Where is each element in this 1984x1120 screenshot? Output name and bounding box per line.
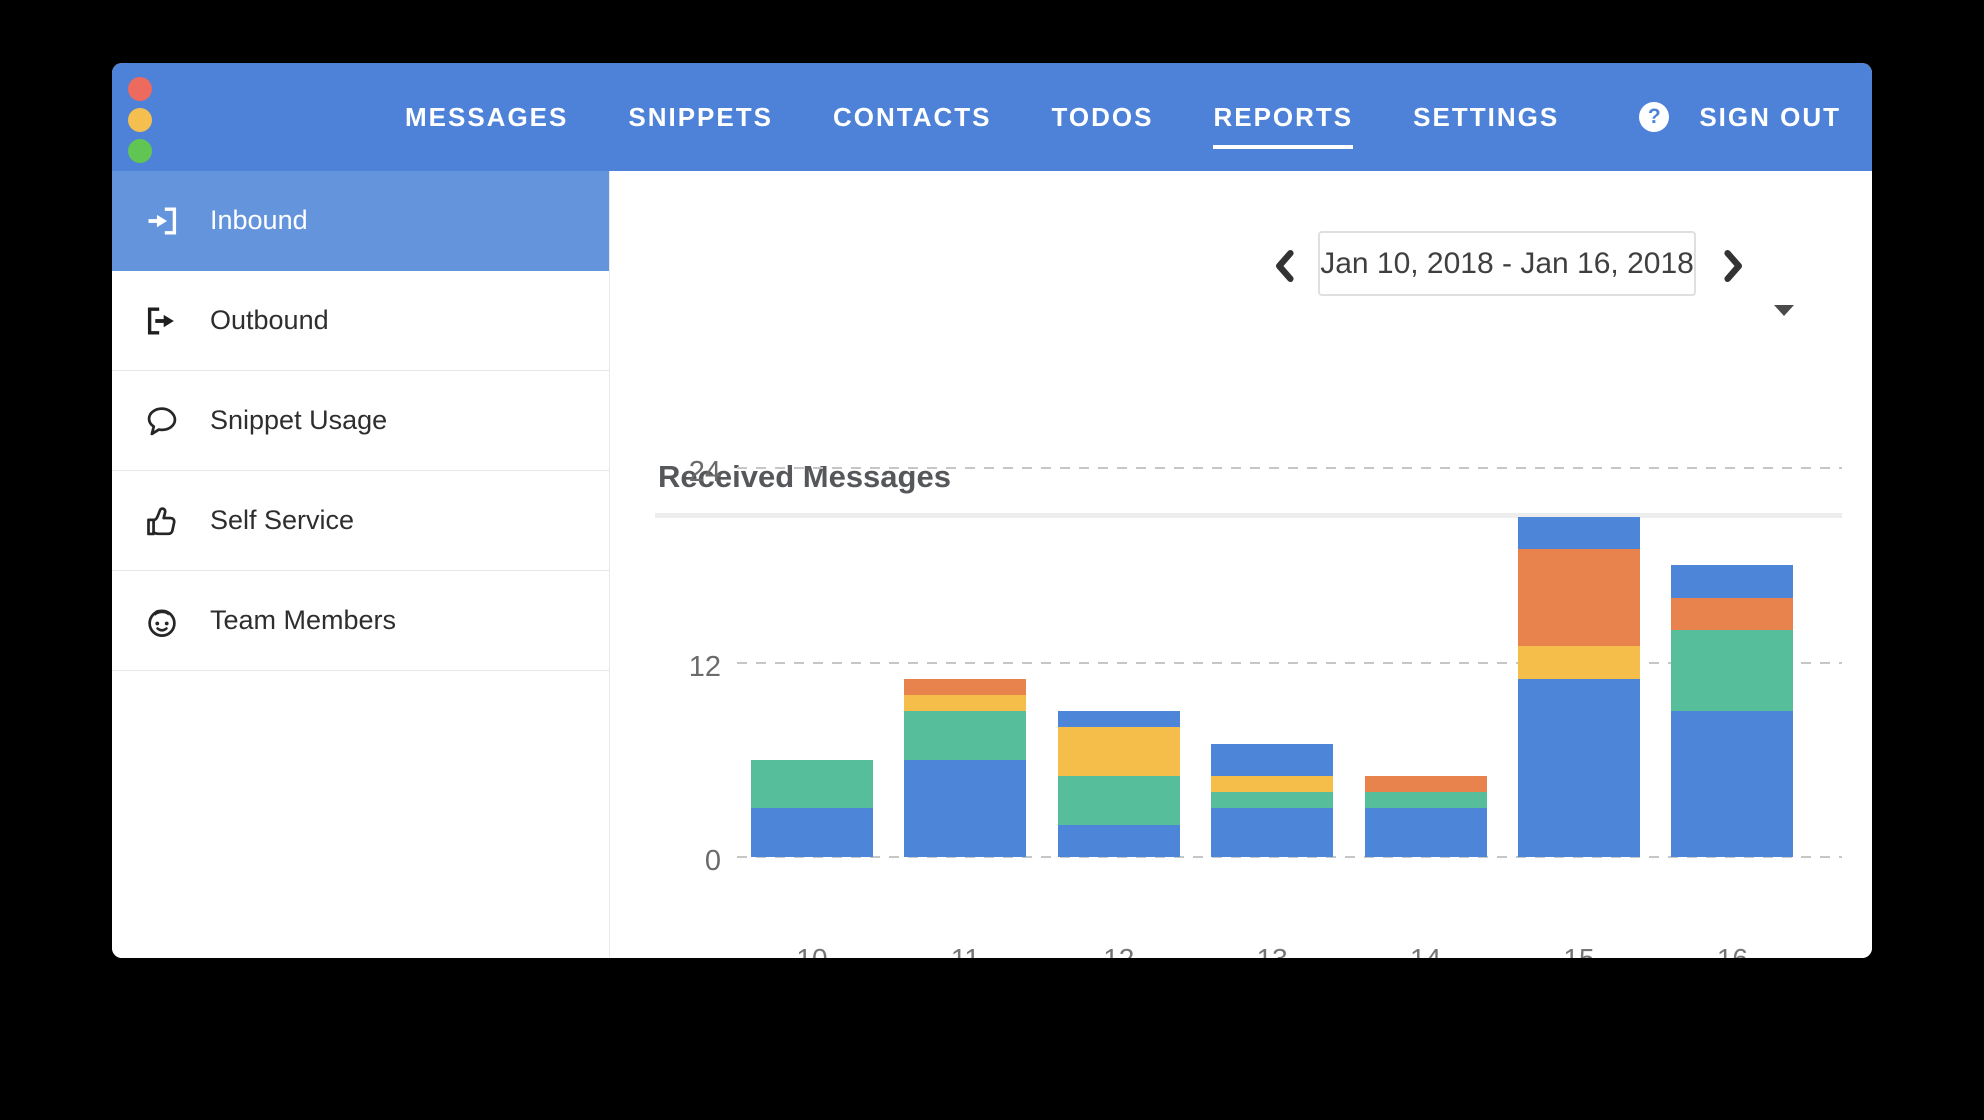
bar-segment-green: [1058, 776, 1180, 825]
bar-segment-green: [1671, 630, 1793, 711]
bar-segment-yellow: [1518, 646, 1640, 678]
thumbs-up-icon: [144, 503, 180, 539]
inbound-icon: [144, 203, 180, 239]
main-content: Jan 10, 2018 - Jan 16, 2018 Received Mes…: [611, 171, 1872, 958]
x-axis-label: 14: [1365, 943, 1487, 958]
sidebar-item-team-members[interactable]: Team Members: [112, 571, 609, 671]
bar-segment-blue: [1058, 825, 1180, 857]
x-axis-label: 10: [751, 943, 873, 958]
minimize-window-button[interactable]: [128, 108, 152, 132]
bar-segment-blue: [751, 808, 873, 857]
bar-segment-yellow: [904, 695, 1026, 711]
nav-item-contacts[interactable]: CONTACTS: [833, 86, 992, 149]
bar-segment-blue: [1518, 679, 1640, 857]
nav-item-reports[interactable]: REPORTS: [1213, 86, 1353, 149]
bar-segment-blue: [1671, 711, 1793, 857]
bar-day-15: [1518, 517, 1640, 857]
nav-item-settings[interactable]: SETTINGS: [1413, 86, 1559, 149]
bar-day-10: [751, 760, 873, 857]
sign-out-button[interactable]: SIGN OUT: [1699, 102, 1841, 133]
y-axis-label: 12: [661, 651, 721, 684]
zoom-window-button[interactable]: [128, 139, 152, 163]
bar-segment-blue: [1365, 808, 1487, 857]
bar-segment-yellow: [1058, 727, 1180, 776]
bar-segment-green: [751, 760, 873, 809]
bar-segment-blue: [1671, 565, 1793, 597]
sidebar-item-inbound[interactable]: Inbound: [112, 171, 609, 271]
nav-item-messages[interactable]: MESSAGES: [405, 86, 568, 149]
date-range-dropdown-icon[interactable]: [1774, 305, 1794, 316]
sidebar-item-outbound[interactable]: Outbound: [112, 271, 609, 371]
bar-day-14: [1365, 776, 1487, 857]
bar-segment-blue: [904, 760, 1026, 857]
bar-day-12: [1058, 711, 1180, 857]
sidebar-item-label: Self Service: [210, 505, 354, 536]
bar-segment-orange: [1365, 776, 1487, 792]
chart-plot: 0122410111213141516: [737, 468, 1842, 857]
bar-segment-yellow: [1211, 776, 1333, 792]
sidebar-item-label: Outbound: [210, 305, 329, 336]
close-window-button[interactable]: [128, 77, 152, 101]
y-axis-label: 0: [661, 845, 721, 878]
outbound-icon: [144, 303, 180, 339]
x-axis-label: 13: [1211, 943, 1333, 958]
bar-segment-blue: [1211, 808, 1333, 857]
app-window: MESSAGES SNIPPETS CONTACTS TODOS REPORTS…: [112, 63, 1872, 958]
window-controls: [128, 77, 152, 163]
sidebar-item-self-service[interactable]: Self Service: [112, 471, 609, 571]
nav-right-group: ? SIGN OUT: [1639, 63, 1841, 171]
gridline-y-24: [737, 467, 1842, 469]
bar-segment-green: [1365, 792, 1487, 808]
sidebar-item-label: Inbound: [210, 205, 308, 236]
bar-segment-blue: [1058, 711, 1180, 727]
bar-day-13: [1211, 744, 1333, 857]
bar-segment-blue: [1211, 744, 1333, 776]
bar-day-16: [1671, 565, 1793, 857]
bar-segment-orange: [1518, 549, 1640, 646]
bar-segment-green: [1211, 792, 1333, 808]
sidebar-item-snippet-usage[interactable]: Snippet Usage: [112, 371, 609, 471]
nav-bar: MESSAGES SNIPPETS CONTACTS TODOS REPORTS…: [112, 63, 1872, 171]
bar-segment-orange: [904, 679, 1026, 695]
chevron-left-icon: [1274, 250, 1294, 282]
sidebar-item-label: Snippet Usage: [210, 405, 387, 436]
next-range-button[interactable]: [1716, 246, 1752, 286]
bar-day-11: [904, 679, 1026, 857]
speech-bubble-icon: [144, 403, 180, 439]
nav-item-todos[interactable]: TODOS: [1051, 86, 1153, 149]
nav-item-snippets[interactable]: SNIPPETS: [628, 86, 773, 149]
chevron-right-icon: [1724, 250, 1744, 282]
bar-segment-blue: [1518, 517, 1640, 549]
date-range-field[interactable]: Jan 10, 2018 - Jan 16, 2018: [1318, 231, 1696, 296]
bar-segment-green: [904, 711, 1026, 760]
x-axis-label: 15: [1518, 943, 1640, 958]
help-icon[interactable]: ?: [1639, 102, 1669, 132]
bar-segment-orange: [1671, 598, 1793, 630]
x-axis-label: 11: [904, 943, 1026, 958]
x-axis-label: 16: [1671, 943, 1793, 958]
sidebar-item-label: Team Members: [210, 605, 396, 636]
sidebar: Inbound Outbound Snippet Usage: [112, 171, 610, 958]
previous-range-button[interactable]: [1266, 246, 1302, 286]
baby-face-icon: [144, 603, 180, 639]
x-axis-label: 12: [1058, 943, 1180, 958]
nav-menu: MESSAGES SNIPPETS CONTACTS TODOS REPORTS…: [405, 63, 1559, 171]
y-axis-label: 24: [661, 456, 721, 489]
